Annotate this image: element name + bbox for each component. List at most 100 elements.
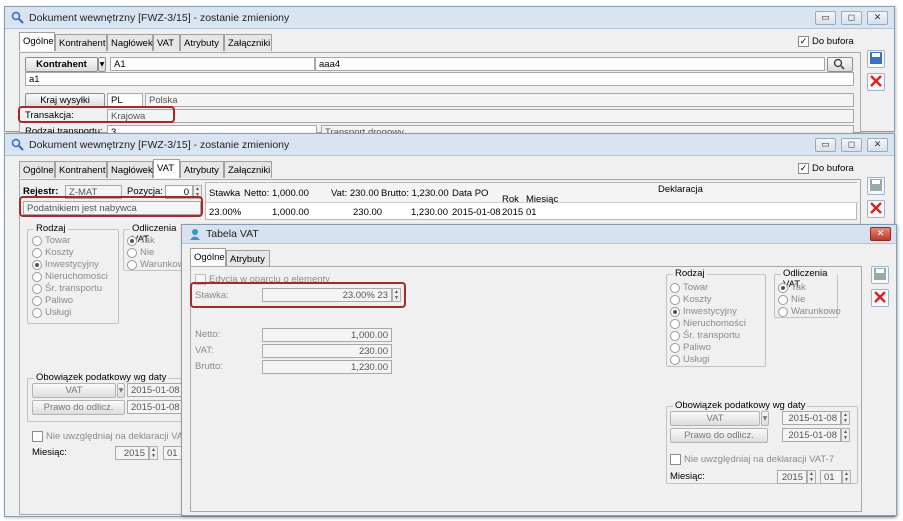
rodzaj-koszty-radio[interactable] bbox=[32, 248, 42, 258]
rok-spinner[interactable]: ▲ ▼ bbox=[807, 470, 816, 484]
save-button[interactable] bbox=[867, 50, 885, 68]
tab-kontrahent[interactable]: Kontrahent bbox=[55, 161, 107, 178]
minimize-button[interactable]: ▭ bbox=[815, 11, 836, 25]
vat-date-dropdown[interactable]: ▾ bbox=[761, 411, 769, 426]
prawo-date-spinner[interactable]: ▲ ▼ bbox=[841, 428, 850, 442]
rodzaj-nieruchomosci-radio[interactable] bbox=[670, 319, 680, 329]
cancel-button[interactable] bbox=[867, 73, 885, 91]
rok-spinner[interactable]: ▲ ▼ bbox=[149, 446, 158, 460]
rodzaj-uslugi-radio[interactable] bbox=[32, 308, 42, 318]
cancel-button[interactable] bbox=[871, 289, 889, 307]
tab-ogolne[interactable]: Ogólne bbox=[19, 161, 55, 178]
vat-date-button[interactable]: VAT bbox=[32, 383, 116, 398]
minimize-button[interactable]: ▭ bbox=[815, 138, 836, 152]
nie-uwzgledniaj-checkbox[interactable] bbox=[670, 454, 681, 465]
rodzaj-paliwo-radio[interactable] bbox=[670, 343, 680, 353]
odliczenia-warunkowo-radio[interactable] bbox=[127, 260, 137, 270]
close-button[interactable]: ✕ bbox=[867, 138, 888, 152]
odliczenia-warunkowo-radio[interactable] bbox=[778, 307, 788, 317]
prawo-date-field[interactable]: 2015-01-08 bbox=[127, 400, 183, 414]
save-button[interactable] bbox=[867, 177, 885, 195]
close-button[interactable]: ✕ bbox=[870, 227, 891, 241]
brutto-field[interactable]: 1,230.00 bbox=[262, 360, 392, 374]
obowiazek-title: Obowiązek podatkowy wg daty bbox=[34, 372, 169, 383]
cell-vat[interactable]: 230.00 bbox=[353, 207, 382, 218]
prawo-button[interactable]: Prawo do odlicz. bbox=[32, 400, 125, 415]
miesiac-spinner[interactable]: ▲ ▼ bbox=[842, 470, 851, 484]
col-stawka[interactable]: Stawka bbox=[209, 188, 240, 199]
cell-miesiac[interactable]: 01 bbox=[526, 207, 537, 218]
tab-zalaczniki[interactable]: Załączniki bbox=[224, 161, 272, 178]
cell-netto[interactable]: 1,000.00 bbox=[272, 207, 309, 218]
search-icon bbox=[833, 58, 845, 70]
kontrahent-button[interactable]: Kontrahent bbox=[25, 57, 98, 72]
tab-vat[interactable]: VAT bbox=[153, 34, 180, 51]
prawo-button[interactable]: Prawo do odlicz. bbox=[670, 428, 768, 443]
rodzaj-inwestycyjny-radio[interactable] bbox=[32, 260, 42, 270]
tab-atrybuty[interactable]: Atrybuty bbox=[180, 161, 224, 178]
col-vat[interactable]: Vat: 230.00 bbox=[331, 188, 379, 199]
rok-field[interactable]: 2015 bbox=[777, 470, 807, 484]
vat-date-field[interactable]: 2015-01-08 bbox=[782, 411, 841, 425]
rodzaj-koszty-radio[interactable] bbox=[670, 295, 680, 305]
tab-atrybuty[interactable]: Atrybuty bbox=[180, 34, 224, 51]
cell-rok[interactable]: 2015 bbox=[502, 207, 523, 218]
col-netto[interactable]: Netto: 1,000.00 bbox=[244, 188, 309, 199]
cell-data-po[interactable]: 2015-01-08 bbox=[452, 207, 501, 218]
cell-brutto[interactable]: 1,230.00 bbox=[411, 207, 448, 218]
col-deklaracja[interactable]: Deklaracja bbox=[658, 184, 703, 195]
rodzaj-inwestycyjny-radio[interactable] bbox=[670, 307, 680, 317]
miesiac-field[interactable]: 01 bbox=[163, 446, 183, 460]
miesiac-field[interactable]: 01 bbox=[820, 470, 842, 484]
maximize-button[interactable]: ◻ bbox=[841, 138, 862, 152]
odliczenia-tak-radio[interactable] bbox=[127, 236, 137, 246]
maximize-button[interactable]: ◻ bbox=[841, 11, 862, 25]
odliczenia-tak-radio[interactable] bbox=[778, 283, 788, 293]
do-bufora-checkbox[interactable]: ✓ bbox=[798, 36, 809, 47]
nie-uwzgledniaj-label: Nie uwzględniaj na deklaracji VAT-7 bbox=[46, 431, 197, 442]
col-rok[interactable]: Rok bbox=[502, 194, 519, 205]
col-miesiac[interactable]: Miesiąc bbox=[526, 194, 558, 205]
odliczenia-nie-radio[interactable] bbox=[778, 295, 788, 305]
search-button[interactable] bbox=[827, 57, 853, 72]
rodzaj-towar-radio[interactable] bbox=[670, 283, 680, 293]
tab-naglowek[interactable]: Nagłówek bbox=[107, 34, 153, 51]
kontrahent-name-field[interactable]: aaa4 bbox=[315, 57, 825, 71]
cancel-button[interactable] bbox=[867, 200, 885, 218]
kontrahent-code-field[interactable]: A1 bbox=[110, 57, 315, 71]
transakcja-select[interactable]: Krajowa bbox=[107, 109, 854, 123]
kraj-code-field[interactable]: PL bbox=[107, 93, 143, 107]
kontrahent-line2-field[interactable]: a1 bbox=[25, 72, 854, 86]
save-button[interactable] bbox=[871, 266, 889, 284]
rodzaj-uslugi-radio[interactable] bbox=[670, 355, 680, 365]
cell-stawka[interactable]: 23.00% bbox=[209, 207, 241, 218]
save-icon bbox=[870, 179, 882, 191]
rodzaj-paliwo-radio[interactable] bbox=[32, 296, 42, 306]
tab-kontrahent[interactable]: Kontrahent bbox=[55, 34, 107, 51]
rodzaj-nieruchomosci-radio[interactable] bbox=[32, 272, 42, 282]
kontrahent-dropdown[interactable]: ▾ bbox=[98, 57, 106, 72]
vat-date-button[interactable]: VAT bbox=[670, 411, 760, 426]
rodzaj-transport-radio[interactable] bbox=[32, 284, 42, 294]
col-brutto[interactable]: Brutto: 1,230.00 bbox=[381, 188, 449, 199]
tab-ogolne[interactable]: Ogólne bbox=[19, 32, 55, 51]
close-button[interactable]: ✕ bbox=[867, 11, 888, 25]
rok-field[interactable]: 2015 bbox=[115, 446, 149, 460]
vat-date-spinner[interactable]: ▲ ▼ bbox=[841, 411, 850, 425]
tab-naglowek[interactable]: Nagłówek bbox=[107, 161, 153, 178]
tab-ogolne[interactable]: Ogólne bbox=[190, 248, 226, 267]
tab-atrybuty[interactable]: Atrybuty bbox=[226, 250, 270, 267]
do-bufora-checkbox[interactable]: ✓ bbox=[798, 163, 809, 174]
rodzaj-towar-radio[interactable] bbox=[32, 236, 42, 246]
nie-uwzgledniaj-checkbox[interactable] bbox=[32, 431, 43, 442]
vat-date-dropdown[interactable]: ▾ bbox=[117, 383, 125, 398]
vat-date-field[interactable]: 2015-01-08 bbox=[127, 383, 183, 397]
odliczenia-nie-radio[interactable] bbox=[127, 248, 137, 258]
tab-zalaczniki[interactable]: Załączniki bbox=[224, 34, 272, 51]
prawo-date-field[interactable]: 2015-01-08 bbox=[782, 428, 841, 442]
netto-field[interactable]: 1,000.00 bbox=[262, 328, 392, 342]
rodzaj-transport-radio[interactable] bbox=[670, 331, 680, 341]
tab-vat[interactable]: VAT bbox=[153, 159, 180, 178]
vat-field[interactable]: 230.00 bbox=[262, 344, 392, 358]
col-data-po[interactable]: Data PO bbox=[452, 188, 488, 199]
